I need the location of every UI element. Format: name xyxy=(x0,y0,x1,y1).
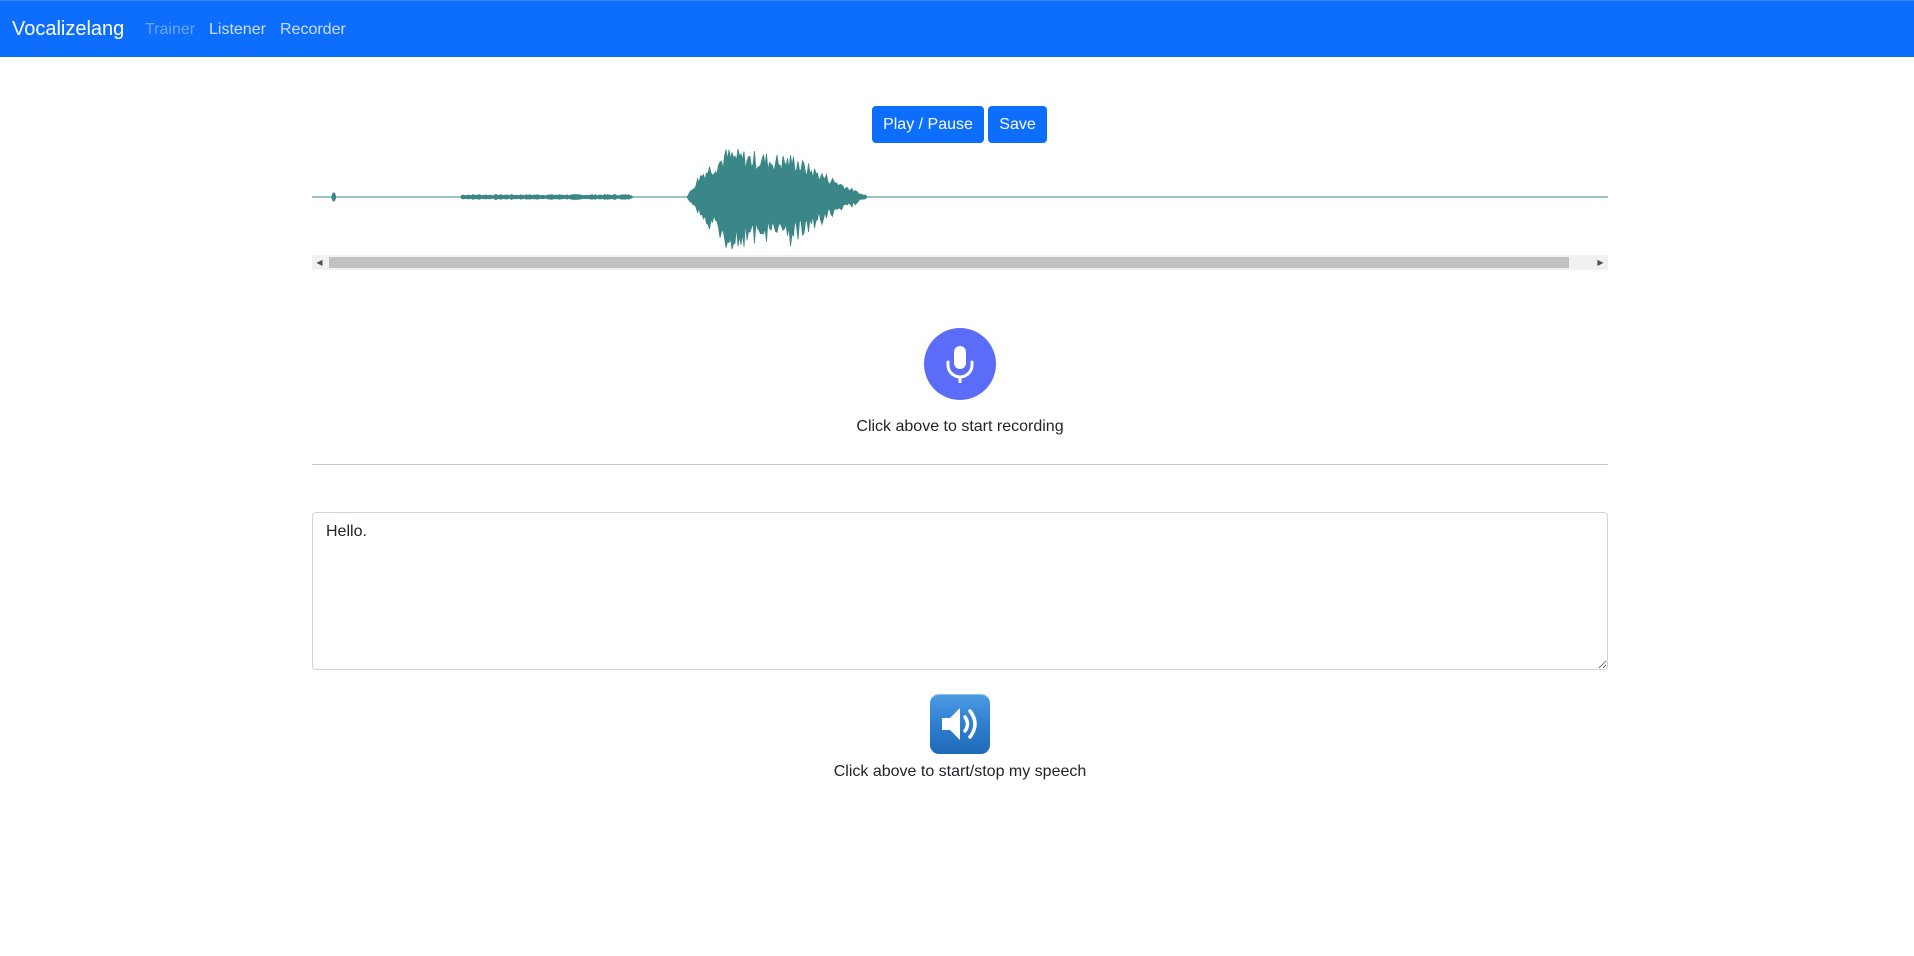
nav-link-trainer: Trainer xyxy=(145,21,196,38)
scroll-right-icon[interactable]: ▶ xyxy=(1593,255,1608,270)
scroll-left-icon[interactable]: ◀ xyxy=(312,255,327,270)
record-caption: Click above to start recording xyxy=(856,418,1064,435)
brand-link[interactable]: Vocalizelang xyxy=(12,18,124,41)
waveform-signal xyxy=(312,148,1608,250)
speech-caption: Click above to start/stop my speech xyxy=(833,763,1087,780)
section-divider xyxy=(312,464,1608,465)
waveform-scrollbar[interactable]: ◀ ▶ xyxy=(312,255,1608,270)
speaker-icon xyxy=(942,708,977,740)
nav-link-listener[interactable]: Listener xyxy=(209,21,266,39)
speech-text-input[interactable]: Hello. xyxy=(312,512,1608,670)
scrollbar-thumb[interactable] xyxy=(329,257,1569,268)
record-button[interactable] xyxy=(924,328,996,400)
waveform[interactable] xyxy=(312,137,1608,255)
nav-link-recorder[interactable]: Recorder xyxy=(280,21,346,39)
navbar: Vocalizelang Trainer Listener Recorder xyxy=(0,0,1914,57)
microphone-icon xyxy=(946,346,974,383)
speak-button[interactable] xyxy=(930,694,990,754)
